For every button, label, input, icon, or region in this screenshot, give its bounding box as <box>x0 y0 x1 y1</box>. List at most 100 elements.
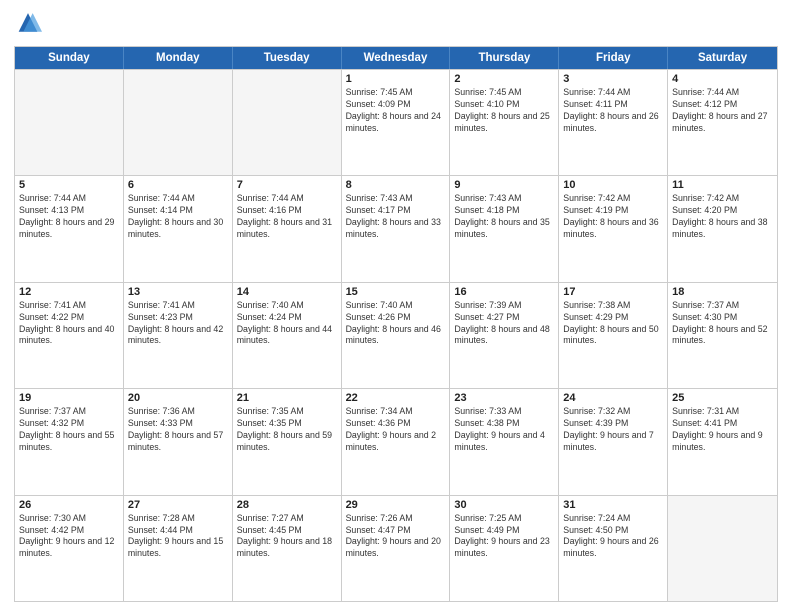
day-cell-26: 26 Sunrise: 7:30 AMSunset: 4:42 PMDayligh… <box>15 496 124 601</box>
day-number: 14 <box>237 286 337 298</box>
day-number: 13 <box>128 286 228 298</box>
day-info: Sunrise: 7:45 AMSunset: 4:10 PMDaylight:… <box>454 87 554 135</box>
day-cell-18: 18 Sunrise: 7:37 AMSunset: 4:30 PMDayligh… <box>668 283 777 388</box>
day-info: Sunrise: 7:26 AMSunset: 4:47 PMDaylight:… <box>346 513 446 561</box>
day-cell-7: 7Sunrise: 7:44 AMSunset: 4:16 PMDaylight… <box>233 176 342 281</box>
day-cell-1: 1Sunrise: 7:45 AMSunset: 4:09 PMDaylight… <box>342 70 451 175</box>
calendar: SundayMondayTuesdayWednesdayThursdayFrid… <box>14 46 778 602</box>
day-number: 17 <box>563 286 663 298</box>
day-number: 3 <box>563 73 663 85</box>
calendar-week-2: 5 Sunrise: 7:44 AMSunset: 4:13 PMDaylight… <box>15 175 777 281</box>
day-info: Sunrise: 7:41 AMSunset: 4:22 PMDaylight:… <box>19 300 119 348</box>
day-info: Sunrise: 7:31 AMSunset: 4:41 PMDaylight:… <box>672 406 773 454</box>
page: SundayMondayTuesdayWednesdayThursdayFrid… <box>0 0 792 612</box>
day-info: Sunrise: 7:24 AMSunset: 4:50 PMDaylight:… <box>563 513 663 561</box>
empty-cell <box>124 70 233 175</box>
day-number: 22 <box>346 392 446 404</box>
day-number: 12 <box>19 286 119 298</box>
day-info: Sunrise: 7:27 AMSunset: 4:45 PMDaylight:… <box>237 513 337 561</box>
empty-cell <box>668 496 777 601</box>
day-info: Sunrise: 7:42 AMSunset: 4:20 PMDaylight:… <box>672 193 773 241</box>
day-info: Sunrise: 7:44 AMSunset: 4:14 PMDaylight:… <box>128 193 228 241</box>
header <box>14 10 778 38</box>
day-info: Sunrise: 7:41 AMSunset: 4:23 PMDaylight:… <box>128 300 228 348</box>
day-cell-15: 15 Sunrise: 7:40 AMSunset: 4:26 PMDayligh… <box>342 283 451 388</box>
day-info: Sunrise: 7:38 AMSunset: 4:29 PMDaylight:… <box>563 300 663 348</box>
day-cell-11: 11Sunrise: 7:42 AMSunset: 4:20 PMDayligh… <box>668 176 777 281</box>
day-cell-16: 16 Sunrise: 7:39 AMSunset: 4:27 PMDayligh… <box>450 283 559 388</box>
day-number: 6 <box>128 179 228 191</box>
day-info: Sunrise: 7:34 AMSunset: 4:36 PMDaylight:… <box>346 406 446 454</box>
day-info: Sunrise: 7:25 AMSunset: 4:49 PMDaylight:… <box>454 513 554 561</box>
day-of-week-saturday: Saturday <box>668 47 777 69</box>
day-cell-28: 28Sunrise: 7:27 AMSunset: 4:45 PMDayligh… <box>233 496 342 601</box>
day-of-week-wednesday: Wednesday <box>342 47 451 69</box>
day-cell-19: 19Sunrise: 7:37 AMSunset: 4:32 PMDayligh… <box>15 389 124 494</box>
day-number: 23 <box>454 392 554 404</box>
day-number: 26 <box>19 499 119 511</box>
day-number: 20 <box>128 392 228 404</box>
day-cell-21: 21Sunrise: 7:35 AMSunset: 4:35 PMDayligh… <box>233 389 342 494</box>
day-cell-27: 27 Sunrise: 7:28 AMSunset: 4:44 PMDayligh… <box>124 496 233 601</box>
day-number: 27 <box>128 499 228 511</box>
day-number: 2 <box>454 73 554 85</box>
calendar-week-5: 26 Sunrise: 7:30 AMSunset: 4:42 PMDayligh… <box>15 495 777 601</box>
day-cell-10: 10Sunrise: 7:42 AMSunset: 4:19 PMDayligh… <box>559 176 668 281</box>
day-info: Sunrise: 7:30 AMSunset: 4:42 PMDaylight:… <box>19 513 119 561</box>
day-cell-14: 14 Sunrise: 7:40 AMSunset: 4:24 PMDayligh… <box>233 283 342 388</box>
day-info: Sunrise: 7:32 AMSunset: 4:39 PMDaylight:… <box>563 406 663 454</box>
day-info: Sunrise: 7:35 AMSunset: 4:35 PMDaylight:… <box>237 406 337 454</box>
day-cell-13: 13 Sunrise: 7:41 AMSunset: 4:23 PMDayligh… <box>124 283 233 388</box>
day-info: Sunrise: 7:44 AMSunset: 4:16 PMDaylight:… <box>237 193 337 241</box>
day-number: 8 <box>346 179 446 191</box>
day-number: 4 <box>672 73 773 85</box>
day-cell-9: 9Sunrise: 7:43 AMSunset: 4:18 PMDaylight… <box>450 176 559 281</box>
day-info: Sunrise: 7:43 AMSunset: 4:17 PMDaylight:… <box>346 193 446 241</box>
day-cell-2: 2 Sunrise: 7:45 AMSunset: 4:10 PMDaylight… <box>450 70 559 175</box>
day-cell-12: 12 Sunrise: 7:41 AMSunset: 4:22 PMDayligh… <box>15 283 124 388</box>
empty-cell <box>15 70 124 175</box>
calendar-week-3: 12 Sunrise: 7:41 AMSunset: 4:22 PMDayligh… <box>15 282 777 388</box>
calendar-week-1: 1Sunrise: 7:45 AMSunset: 4:09 PMDaylight… <box>15 69 777 175</box>
day-info: Sunrise: 7:37 AMSunset: 4:30 PMDaylight:… <box>672 300 773 348</box>
day-info: Sunrise: 7:40 AMSunset: 4:24 PMDaylight:… <box>237 300 337 348</box>
empty-cell <box>233 70 342 175</box>
day-of-week-sunday: Sunday <box>15 47 124 69</box>
day-info: Sunrise: 7:44 AMSunset: 4:13 PMDaylight:… <box>19 193 119 241</box>
day-cell-31: 31 Sunrise: 7:24 AMSunset: 4:50 PMDayligh… <box>559 496 668 601</box>
day-cell-29: 29 Sunrise: 7:26 AMSunset: 4:47 PMDayligh… <box>342 496 451 601</box>
day-cell-25: 25 Sunrise: 7:31 AMSunset: 4:41 PMDayligh… <box>668 389 777 494</box>
day-of-week-thursday: Thursday <box>450 47 559 69</box>
day-info: Sunrise: 7:40 AMSunset: 4:26 PMDaylight:… <box>346 300 446 348</box>
day-number: 30 <box>454 499 554 511</box>
day-of-week-monday: Monday <box>124 47 233 69</box>
day-info: Sunrise: 7:28 AMSunset: 4:44 PMDaylight:… <box>128 513 228 561</box>
day-info: Sunrise: 7:36 AMSunset: 4:33 PMDaylight:… <box>128 406 228 454</box>
day-info: Sunrise: 7:33 AMSunset: 4:38 PMDaylight:… <box>454 406 554 454</box>
logo-icon <box>14 10 42 38</box>
day-cell-17: 17 Sunrise: 7:38 AMSunset: 4:29 PMDayligh… <box>559 283 668 388</box>
day-of-week-friday: Friday <box>559 47 668 69</box>
day-info: Sunrise: 7:44 AMSunset: 4:11 PMDaylight:… <box>563 87 663 135</box>
calendar-header-row: SundayMondayTuesdayWednesdayThursdayFrid… <box>15 47 777 69</box>
day-info: Sunrise: 7:44 AMSunset: 4:12 PMDaylight:… <box>672 87 773 135</box>
day-number: 25 <box>672 392 773 404</box>
day-cell-24: 24Sunrise: 7:32 AMSunset: 4:39 PMDayligh… <box>559 389 668 494</box>
day-cell-30: 30 Sunrise: 7:25 AMSunset: 4:49 PMDayligh… <box>450 496 559 601</box>
day-cell-8: 8 Sunrise: 7:43 AMSunset: 4:17 PMDaylight… <box>342 176 451 281</box>
day-number: 18 <box>672 286 773 298</box>
day-info: Sunrise: 7:45 AMSunset: 4:09 PMDaylight:… <box>346 87 446 135</box>
day-number: 19 <box>19 392 119 404</box>
day-number: 31 <box>563 499 663 511</box>
day-number: 15 <box>346 286 446 298</box>
day-cell-6: 6 Sunrise: 7:44 AMSunset: 4:14 PMDaylight… <box>124 176 233 281</box>
calendar-body: 1Sunrise: 7:45 AMSunset: 4:09 PMDaylight… <box>15 69 777 601</box>
day-cell-20: 20 Sunrise: 7:36 AMSunset: 4:33 PMDayligh… <box>124 389 233 494</box>
day-cell-3: 3 Sunrise: 7:44 AMSunset: 4:11 PMDaylight… <box>559 70 668 175</box>
day-cell-23: 23 Sunrise: 7:33 AMSunset: 4:38 PMDayligh… <box>450 389 559 494</box>
day-number: 16 <box>454 286 554 298</box>
day-info: Sunrise: 7:39 AMSunset: 4:27 PMDaylight:… <box>454 300 554 348</box>
day-number: 29 <box>346 499 446 511</box>
day-number: 5 <box>19 179 119 191</box>
day-info: Sunrise: 7:42 AMSunset: 4:19 PMDaylight:… <box>563 193 663 241</box>
